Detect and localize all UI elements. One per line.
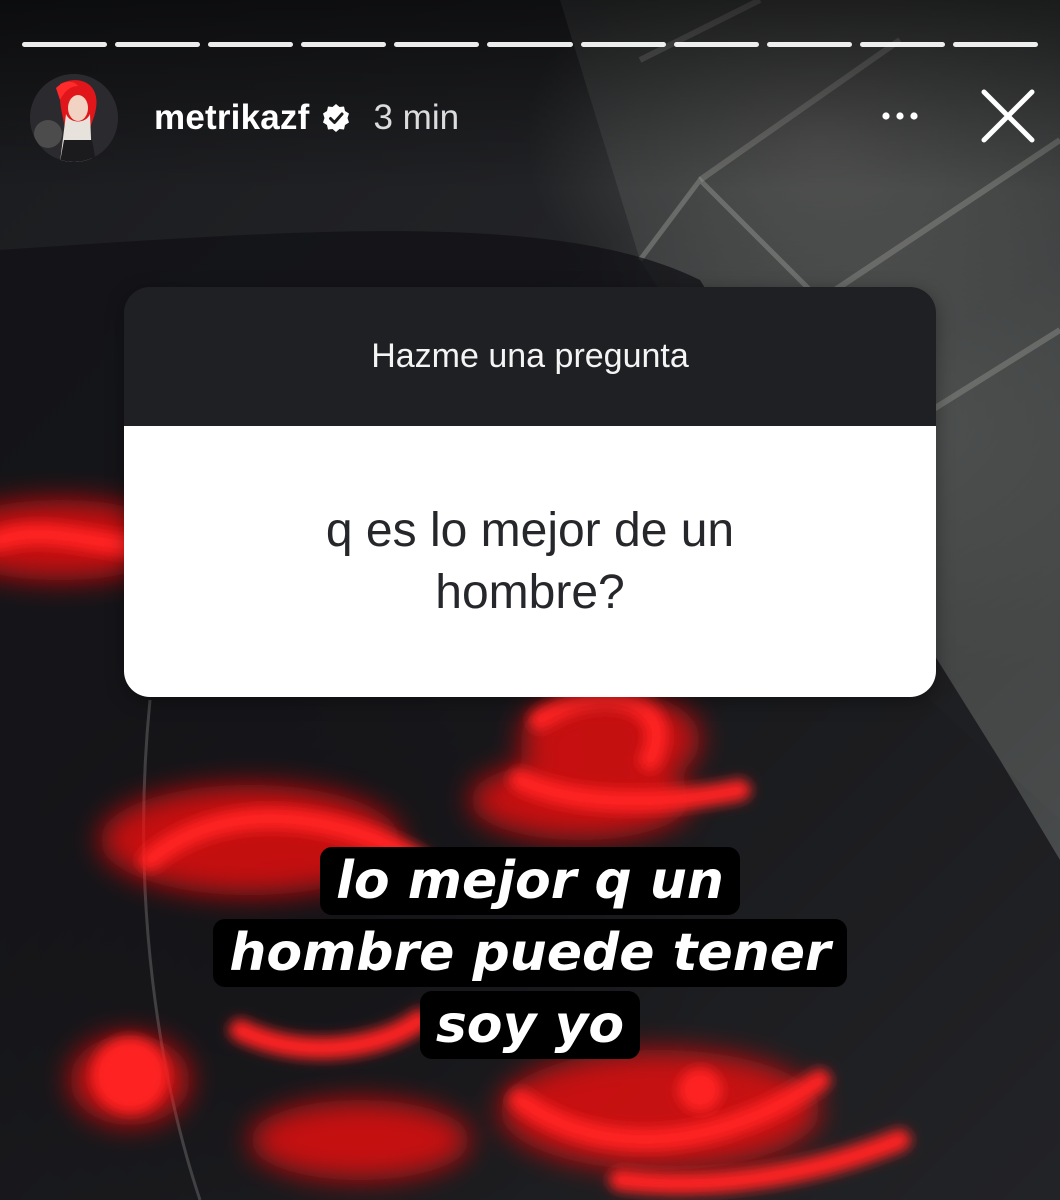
more-options-button[interactable] [872,96,928,136]
close-icon [981,89,1035,143]
progress-segment [301,42,387,47]
answer-caption: lo mejor q un hombre puede tener soy yo [180,845,880,1061]
progress-segment [766,42,852,47]
close-button[interactable] [970,78,1046,154]
progress-segment [22,42,108,47]
more-horizontal-icon [882,112,918,120]
post-time: 3 min [373,98,460,137]
progress-segment [487,42,573,47]
verified-badge-icon [321,103,351,133]
progress-segment [208,42,294,47]
answer-line: hombre puede tener [213,919,847,987]
question-sticker[interactable]: Hazme una pregunta q es lo mejor de un h… [124,287,936,697]
answer-line: lo mejor q un [320,847,740,915]
story-progress-bar [22,42,1039,47]
progress-segment [115,42,201,47]
progress-segment [394,42,480,47]
progress-segment [580,42,666,47]
question-sticker-body: q es lo mejor de un hombre? [124,426,936,697]
avatar-red-hair-icon [30,74,118,162]
progress-segment [859,42,945,47]
story-view[interactable]: metrikazf 3 min Hazme una pregunta q es … [0,0,1060,1200]
progress-segment [952,42,1039,47]
progress-segment [673,42,759,47]
story-header: metrikazf 3 min [30,72,1040,164]
avatar[interactable] [30,74,118,162]
question-text: q es lo mejor de un hombre? [325,503,735,619]
question-sticker-title: Hazme una pregunta [124,287,936,426]
username[interactable]: metrikazf [154,98,309,138]
answer-line: soy yo [419,991,641,1059]
